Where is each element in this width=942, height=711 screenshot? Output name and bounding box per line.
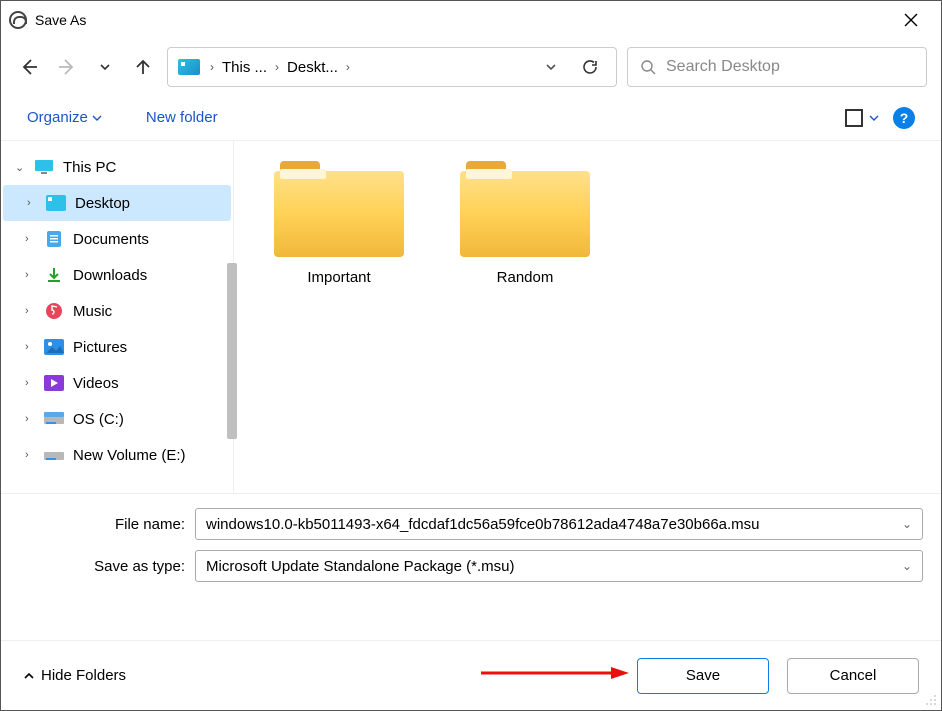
chevron-right-icon[interactable]: › [25,377,39,389]
resize-grip[interactable] [925,694,937,706]
chevron-right-icon[interactable]: › [25,449,39,461]
saveastype-value: Microsoft Update Standalone Package (*.m… [206,558,515,575]
folder-important[interactable]: Important [264,161,414,286]
tree-item-label: OS (C:) [73,411,124,428]
filename-input[interactable]: windows10.0-kb5011493-x64_fdcdaf1dc56a59… [195,508,923,540]
scrollbar-thumb[interactable] [227,263,237,439]
chevron-down-icon [92,113,102,123]
folder-icon [460,161,590,257]
breadcrumb-seg-1[interactable]: This ... [218,59,271,76]
chevron-down-icon[interactable]: ⌄ [15,161,29,174]
folder-random[interactable]: Random [450,161,600,286]
chevron-right-icon[interactable]: › [27,197,41,209]
monitor-icon [33,158,55,176]
body-area: ⌄ This PC › Desktop › Documents › [1,141,941,493]
title-bar: Save As [1,1,941,39]
tree-item-music[interactable]: › Music [1,293,233,329]
file-fields: File name: windows10.0-kb5011493-x64_fdc… [1,493,941,598]
tree-item-documents[interactable]: › Documents [1,221,233,257]
chevron-right-icon[interactable]: › [206,60,218,74]
tree-item-os-drive[interactable]: › OS (C:) [1,401,233,437]
filename-label: File name: [19,516,195,533]
address-dropdown[interactable] [534,60,568,74]
chevron-right-icon[interactable]: › [25,341,39,353]
filename-value: windows10.0-kb5011493-x64_fdcdaf1dc56a59… [206,516,760,533]
saveastype-label: Save as type: [19,558,195,575]
tree-item-label: Music [73,303,112,320]
view-options[interactable] [845,109,879,127]
folder-label: Random [450,269,600,286]
tree-item-label: Pictures [73,339,127,356]
chevron-up-icon [23,670,35,682]
drive-icon [43,410,65,428]
dialog-title: Save As [35,12,86,28]
nav-tree: ⌄ This PC › Desktop › Documents › [1,141,233,493]
forward-button[interactable] [53,50,81,84]
tree-item-label: Documents [73,231,149,248]
videos-icon [43,374,65,392]
tree-item-label: Videos [73,375,119,392]
dialog-footer: Hide Folders Save Cancel [1,640,941,710]
hide-folders-label: Hide Folders [41,667,126,684]
close-button[interactable] [889,4,933,36]
chevron-right-icon[interactable]: › [25,233,39,245]
tree-item-label: Downloads [73,267,147,284]
toolbar: Organize New folder ? [1,95,941,141]
breadcrumb-seg-2[interactable]: Deskt... [283,59,342,76]
address-bar[interactable]: › This ... › Deskt... › [167,47,617,87]
tree-root-this-pc[interactable]: ⌄ This PC [1,149,233,185]
tree-item-downloads[interactable]: › Downloads [1,257,233,293]
refresh-button[interactable] [568,47,612,87]
new-folder-button[interactable]: New folder [146,109,218,126]
folder-icon [274,161,404,257]
up-button[interactable] [129,50,157,84]
organize-menu[interactable]: Organize [27,109,102,126]
search-icon [640,59,656,75]
music-icon [43,302,65,320]
tree-item-label: New Volume (E:) [73,447,186,464]
folder-label: Important [264,269,414,286]
folder-content[interactable]: Important Random [233,141,941,493]
search-placeholder: Search Desktop [666,58,780,76]
tree-item-videos[interactable]: › Videos [1,365,233,401]
location-icon [178,59,200,75]
new-folder-label: New folder [146,109,218,126]
help-button[interactable]: ? [893,107,915,129]
tree-item-new-volume[interactable]: › New Volume (E:) [1,437,233,473]
chevron-down-icon[interactable]: ⌄ [902,517,912,531]
chevron-right-icon[interactable]: › [25,413,39,425]
pictures-icon [43,338,65,356]
organize-label: Organize [27,109,88,126]
back-button[interactable] [15,50,43,84]
chevron-right-icon[interactable]: › [271,60,283,74]
search-input[interactable]: Search Desktop [627,47,927,87]
nav-row: › This ... › Deskt... › Search Desktop [1,39,941,95]
chevron-right-icon[interactable]: › [25,305,39,317]
hide-folders-button[interactable]: Hide Folders [23,667,126,684]
chevron-down-icon[interactable]: ⌄ [902,559,912,573]
tree-root-label: This PC [63,159,116,176]
app-icon [9,11,27,29]
tree-item-label: Desktop [75,195,130,212]
chevron-right-icon[interactable]: › [342,60,354,74]
cancel-button[interactable]: Cancel [787,658,919,694]
tree-item-pictures[interactable]: › Pictures [1,329,233,365]
desktop-icon [45,194,67,212]
download-icon [43,266,65,284]
document-icon [43,230,65,248]
drive-icon [43,446,65,464]
view-icon [845,109,863,127]
chevron-down-icon [869,113,879,123]
recent-dropdown[interactable] [91,50,119,84]
chevron-right-icon[interactable]: › [25,269,39,281]
save-button[interactable]: Save [637,658,769,694]
saveastype-select[interactable]: Microsoft Update Standalone Package (*.m… [195,550,923,582]
tree-item-desktop[interactable]: › Desktop [3,185,231,221]
